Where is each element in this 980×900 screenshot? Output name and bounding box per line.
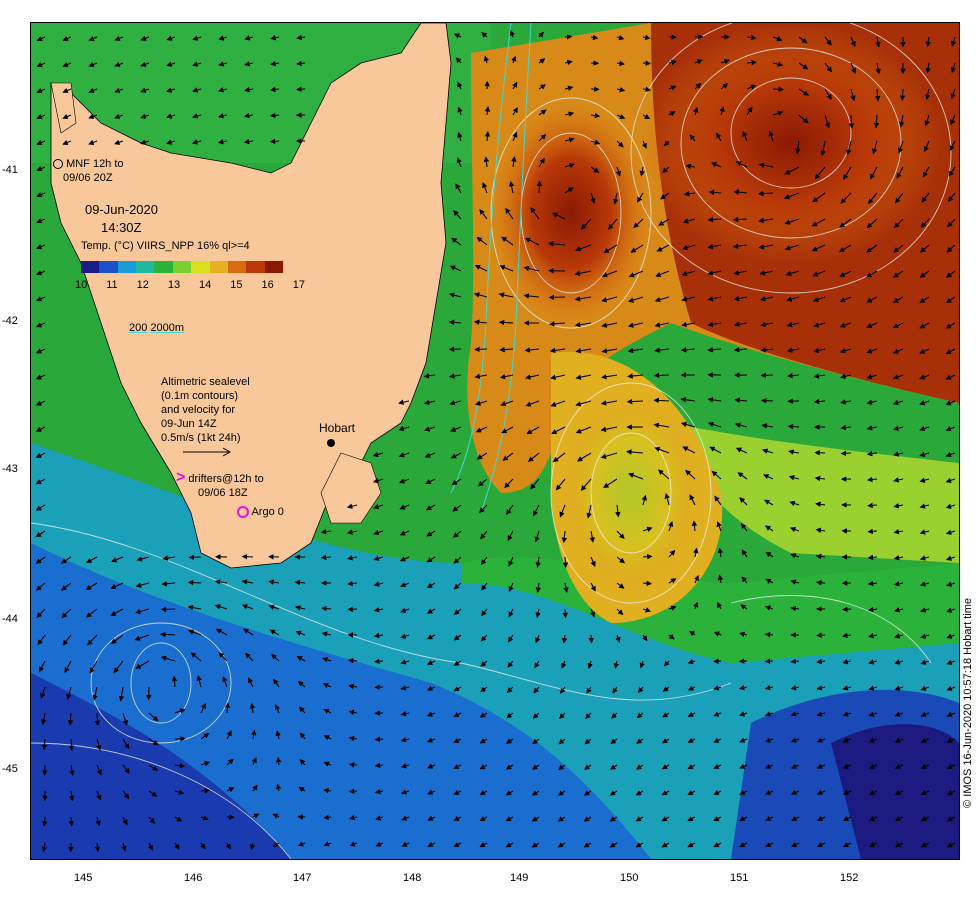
x-tick-label: 149 (510, 872, 529, 884)
velocity-arrow (764, 658, 774, 664)
credit-text: © IMOS 16-Jun-2020 10:57:18 Hobart time (962, 598, 974, 808)
scale-arrow-icon (183, 447, 232, 457)
x-tick-label: 145 (74, 872, 93, 884)
colorbar-swatch (191, 261, 210, 273)
hobart-label: Hobart (319, 421, 356, 435)
velocity-arrow (68, 816, 75, 827)
x-tick-label: 147 (293, 872, 312, 884)
velocity-arrow (867, 528, 878, 535)
velocity-arrow (732, 216, 748, 223)
colorbar-tick: 16 (261, 279, 274, 291)
drifters-label: drifters@12h to (188, 473, 264, 485)
x-tick-label: 148 (403, 872, 422, 884)
velocity-arrow (536, 180, 543, 194)
colorbar-swatch (246, 261, 265, 273)
velocity-arrow (241, 553, 254, 560)
colorbar-tick: 12 (136, 279, 149, 291)
velocity-arrow (94, 712, 101, 727)
velocity-arrow (713, 658, 722, 664)
velocity-arrow (320, 554, 332, 561)
altimetric-legend: Altimetric sealevel (0.1m contours) and … (161, 375, 250, 445)
altimetric-line-3: 09-Jun 14Z (161, 418, 217, 430)
argo-legend: Argo 0 (237, 505, 284, 519)
velocity-arrow (772, 86, 785, 93)
mnf-marker: MNF 12h to 09/06 20Z (53, 157, 124, 185)
isobath-legend: 200 2000m (129, 321, 184, 335)
velocity-arrow (642, 580, 653, 587)
colorbar-swatch (172, 261, 192, 273)
map-frame[interactable]: MNF 12h to 09/06 20Z 09-Jun-2020 14:30Z … (30, 22, 960, 860)
velocity-arrow (588, 634, 594, 644)
velocity-arrow (373, 658, 384, 665)
velocity-arrow (760, 397, 774, 404)
velocity-arrow (841, 606, 852, 613)
altimetric-line-2: and velocity for (161, 404, 235, 416)
velocity-arrow (760, 372, 774, 379)
drifters-time: 09/06 18Z (198, 487, 248, 499)
drifters-legend: > drifters@12h to 09/06 18Z (176, 469, 264, 500)
x-tick-label: 146 (184, 872, 203, 884)
mnf-time: 09/06 20Z (63, 172, 113, 184)
colorbar-swatch (117, 261, 137, 273)
map-date: 09-Jun-2020 (85, 202, 158, 217)
hobart-marker-icon (327, 439, 335, 447)
colorbar-swatch (136, 261, 155, 273)
drifter-chevron-icon: > (176, 469, 186, 486)
y-tick-label: -45 (2, 763, 18, 775)
velocity-arrow (816, 632, 826, 638)
x-tick-label: 151 (730, 872, 749, 884)
colorbar-swatch (209, 261, 228, 273)
colorbar-swatch (227, 261, 247, 273)
y-tick-label: -44 (2, 613, 18, 625)
velocity-arrow (840, 450, 852, 457)
argo-label: Argo 0 (251, 506, 284, 518)
velocity-arrow (348, 788, 358, 794)
velocity-arrow (653, 372, 670, 379)
colorbar-tick: 14 (199, 279, 212, 291)
colorbar-tick: 11 (106, 279, 118, 291)
colorbar-tick: 13 (167, 279, 181, 291)
mnf-label: MNF 12h to (66, 158, 124, 170)
colorbar-swatch (99, 261, 118, 273)
colorbar-tick: 15 (230, 279, 243, 291)
colorbar-swatch (154, 261, 173, 273)
velocity-arrow (160, 631, 176, 638)
velocity-arrow (848, 114, 855, 129)
colorbar-swatch (264, 261, 283, 273)
colorbar-ticks: 10 11 12 13 14 15 16 17 (75, 279, 305, 291)
altimetric-line-0: Altimetric sealevel (161, 376, 250, 388)
map-time: 14:30Z (101, 220, 142, 235)
isobath-200: 200 (129, 322, 148, 334)
velocity-arrow (899, 88, 906, 101)
colorbar-tick: 17 (292, 279, 305, 291)
velocity-arrow (642, 553, 653, 560)
velocity-arrow (787, 423, 800, 430)
colorbar (81, 261, 283, 273)
x-tick-label: 152 (840, 872, 859, 884)
velocity-arrow (41, 816, 48, 827)
isobath-2000: 2000m (150, 322, 185, 334)
velocity-arrow (269, 138, 280, 145)
y-tick-label: -41 (2, 164, 18, 176)
velocity-arrow (562, 608, 568, 619)
colorbar-tick: 10 (75, 279, 88, 291)
temp-label: Temp. (°C) VIIRS_NPP 16% ql>=4 (81, 240, 250, 252)
velocity-arrow (187, 579, 202, 586)
velocity-arrow (564, 34, 573, 40)
y-tick-label: -42 (2, 315, 18, 327)
x-tick-label: 150 (620, 872, 639, 884)
y-tick-label: -43 (2, 463, 18, 475)
velocity-arrow (374, 736, 384, 742)
altimetric-line-1: (0.1m contours) (161, 390, 239, 402)
altimetric-line-4: 0.5m/s (1kt 24h) (161, 432, 241, 444)
argo-marker-icon (237, 506, 249, 519)
velocity-arrow (200, 787, 211, 794)
colorbar-swatch (81, 261, 100, 273)
velocity-arrow (815, 579, 826, 586)
velocity-arrow (474, 346, 488, 353)
